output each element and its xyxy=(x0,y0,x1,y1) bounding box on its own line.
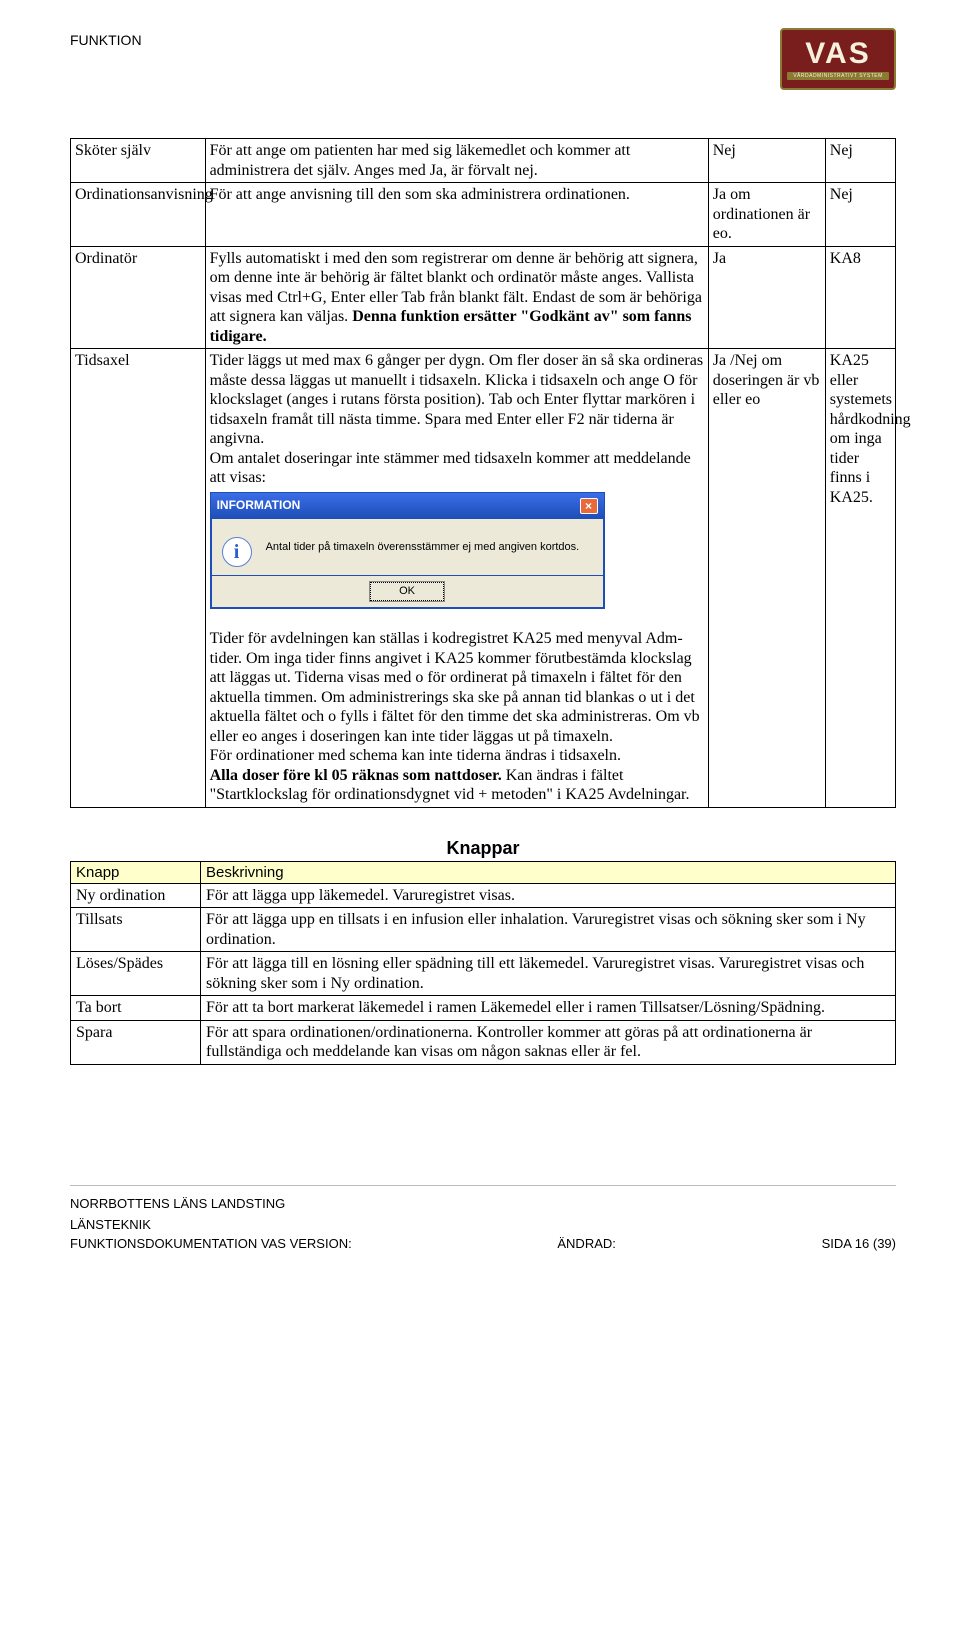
ok-button[interactable]: OK xyxy=(370,582,444,601)
info-icon: i xyxy=(222,537,252,567)
cell-col4: Nej xyxy=(825,139,895,183)
text: Tider för avdelningen kan ställas i kodr… xyxy=(210,629,704,746)
cell-desc: För att ange anvisning till den som ska … xyxy=(205,183,708,247)
page-header: FUNKTION VAS VÅRDADMINISTRATIVT SYSTEM xyxy=(70,28,896,90)
fields-table: Sköter själv För att ange om patienten h… xyxy=(70,138,896,808)
cell-desc: Fylls automatiskt i med den som registre… xyxy=(205,246,708,349)
footer-right: SIDA 16 (39) xyxy=(822,1236,896,1251)
cell-label: Sköter själv xyxy=(71,139,206,183)
cell-label: Ordinationsanvisning xyxy=(71,183,206,247)
text: Alla doser före kl 05 räknas som nattdos… xyxy=(210,766,704,805)
knappar-table: Knapp Beskrivning Ny ordination För att … xyxy=(70,861,896,1065)
cell-knapp: Spara xyxy=(71,1020,201,1064)
cell-empty xyxy=(71,611,206,807)
table-row: Löses/Spädes För att lägga till en lösni… xyxy=(71,952,896,996)
cell-desc: För att lägga till en lösning eller späd… xyxy=(201,952,896,996)
table-row: Tider för avdelningen kan ställas i kodr… xyxy=(71,611,896,807)
cell-desc: För att lägga upp läkemedel. Varuregistr… xyxy=(201,883,896,908)
cell-knapp: Löses/Spädes xyxy=(71,952,201,996)
cell-desc: Tider för avdelningen kan ställas i kodr… xyxy=(205,611,708,807)
cell-col3: Ja /Nej om doseringen är vb eller eo xyxy=(708,349,825,612)
cell-empty xyxy=(825,611,895,807)
table-row: Sköter själv För att ange om patienten h… xyxy=(71,139,896,183)
cell-desc: Tider läggs ut med max 6 gånger per dygn… xyxy=(205,349,708,612)
cell-knapp: Ny ordination xyxy=(71,883,201,908)
cell-label: Tidsaxel xyxy=(71,349,206,612)
cell-col4: Nej xyxy=(825,183,895,247)
cell-knapp: Tillsats xyxy=(71,908,201,952)
cell-col3: Nej xyxy=(708,139,825,183)
table-row: Tillsats För att lägga upp en tillsats i… xyxy=(71,908,896,952)
cell-empty xyxy=(708,611,825,807)
table-row: Tidsaxel Tider läggs ut med max 6 gånger… xyxy=(71,349,896,612)
page-footer: NORRBOTTENS LÄNS LANDSTING LÄNSTEKNIK FU… xyxy=(70,1185,896,1251)
th-knapp: Knapp xyxy=(71,861,201,883)
footer-line1: NORRBOTTENS LÄNS LANDSTING xyxy=(70,1196,896,1211)
close-icon[interactable]: × xyxy=(580,498,598,514)
cell-col3: Ja om ordinationen är eo. xyxy=(708,183,825,247)
th-beskrivning: Beskrivning xyxy=(201,861,896,883)
cell-col4: KA8 xyxy=(825,246,895,349)
cell-desc: För att ange om patienten har med sig lä… xyxy=(205,139,708,183)
text-bold: Alla doser före kl 05 räknas som nattdos… xyxy=(210,767,502,784)
table-row: Ta bort För att ta bort markerat läkemed… xyxy=(71,996,896,1021)
cell-desc: För att lägga upp en tillsats i en infus… xyxy=(201,908,896,952)
table-row: Spara För att spara ordinationen/ordinat… xyxy=(71,1020,896,1064)
vas-logo: VAS VÅRDADMINISTRATIVT SYSTEM xyxy=(780,28,896,90)
cell-col4: KA25 eller systemets hårdkodning om inga… xyxy=(825,349,895,612)
dialog-title-text: INFORMATION xyxy=(217,498,301,513)
footer-line3: FUNKTIONSDOKUMENTATION VAS VERSION: ÄNDR… xyxy=(70,1236,896,1251)
cell-desc: För att ta bort markerat läkemedel i ram… xyxy=(201,996,896,1021)
dialog-titlebar: INFORMATION × xyxy=(211,493,604,519)
dialog-message: Antal tider på timaxeln överensstämmer e… xyxy=(266,535,593,554)
info-dialog: INFORMATION × i Antal tider på timaxeln … xyxy=(210,492,605,609)
cell-knapp: Ta bort xyxy=(71,996,201,1021)
cell-col3: Ja xyxy=(708,246,825,349)
table-row: Ordinationsanvisning För att ange anvisn… xyxy=(71,183,896,247)
table-row: Ordinatör Fylls automatiskt i med den so… xyxy=(71,246,896,349)
logo-text: VAS xyxy=(805,39,870,69)
footer-line2: LÄNSTEKNIK xyxy=(70,1217,896,1232)
footer-left: FUNKTIONSDOKUMENTATION VAS VERSION: xyxy=(70,1236,352,1251)
section-heading-knappar: Knappar xyxy=(70,838,896,859)
cell-desc: För att spara ordinationen/ordinationern… xyxy=(201,1020,896,1064)
table-row: Ny ordination För att lägga upp läkemede… xyxy=(71,883,896,908)
text: Tider läggs ut med max 6 gånger per dygn… xyxy=(210,351,704,449)
text: Om antalet doseringar inte stämmer med t… xyxy=(210,449,704,488)
logo-subtitle: VÅRDADMINISTRATIVT SYSTEM xyxy=(787,72,889,80)
cell-label: Ordinatör xyxy=(71,246,206,349)
header-title: FUNKTION xyxy=(70,28,142,48)
text: För ordinationer med schema kan inte tid… xyxy=(210,746,704,766)
footer-mid: ÄNDRAD: xyxy=(557,1236,616,1251)
